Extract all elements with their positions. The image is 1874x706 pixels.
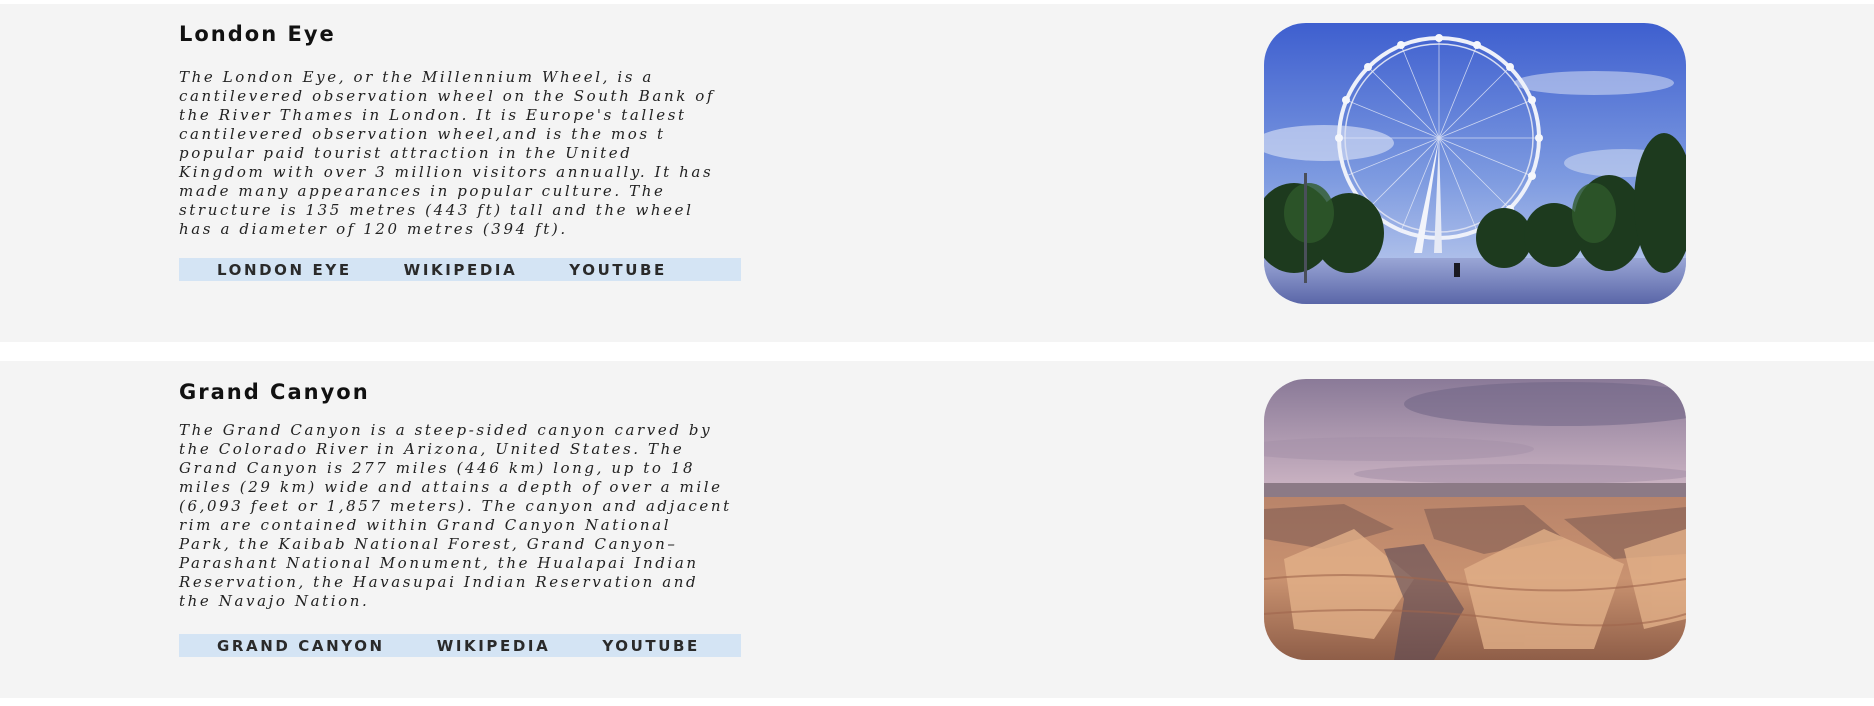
london-eye-photo [1264,23,1686,304]
link-wikipedia[interactable]: WIKIPEDIA [437,637,551,655]
link-youtube[interactable]: YOUTUBE [569,261,667,279]
attraction-link-bar: GRAND CANYON WIKIPEDIA YOUTUBE [179,634,741,657]
link-youtube[interactable]: YOUTUBE [602,637,700,655]
attraction-description: The London Eye, or the Millennium Wheel,… [179,68,716,238]
link-london-eye[interactable]: LONDON EYE [217,261,352,279]
link-grand-canyon[interactable]: GRAND CANYON [217,637,385,655]
attraction-card-london-eye: London Eye The London Eye, or the Millen… [0,4,1874,342]
grand-canyon-photo [1264,379,1686,660]
attraction-title: London Eye [179,22,336,46]
attraction-title: Grand Canyon [179,380,370,404]
attraction-description: The Grand Canyon is a steep-sided canyon… [179,421,732,610]
attraction-card-grand-canyon: Grand Canyon The Grand Canyon is a steep… [0,361,1874,698]
link-wikipedia[interactable]: WIKIPEDIA [404,261,518,279]
attraction-link-bar: LONDON EYE WIKIPEDIA YOUTUBE [179,258,741,281]
